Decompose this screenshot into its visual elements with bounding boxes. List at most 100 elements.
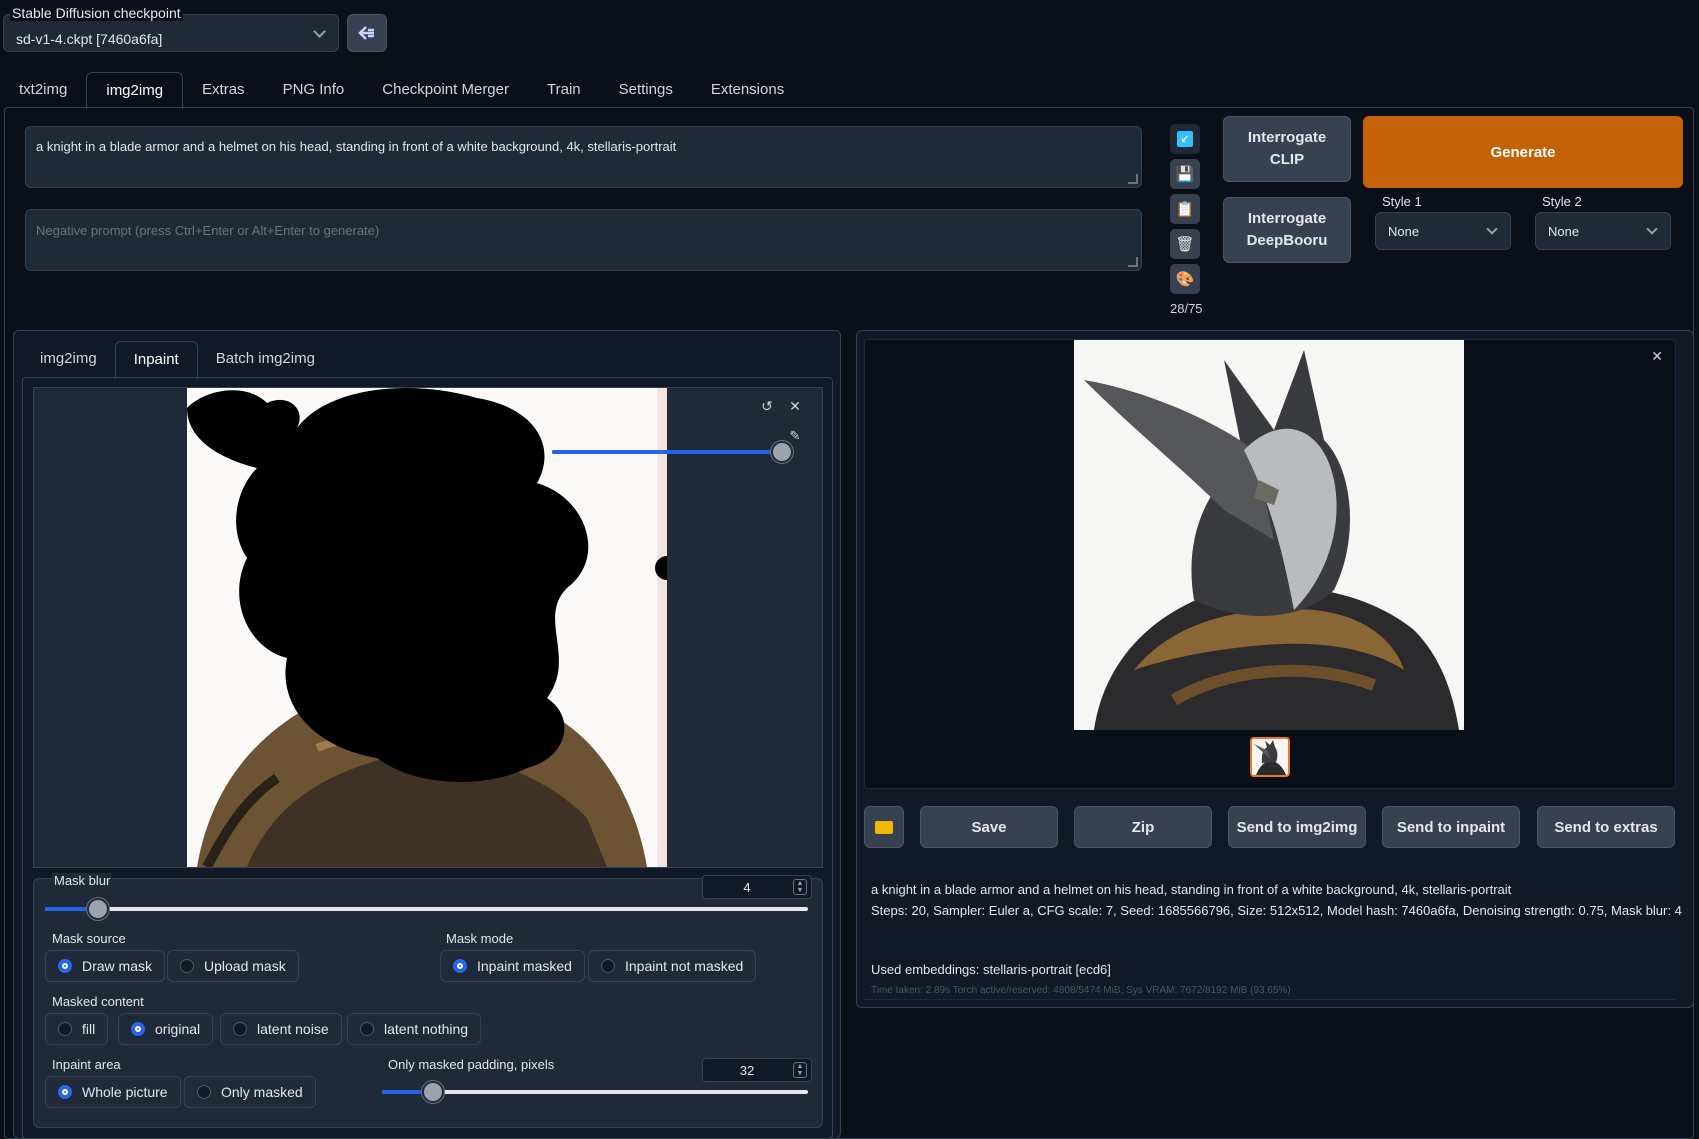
masked-content-fill[interactable]: fill <box>45 1013 109 1045</box>
padding-input[interactable]: 32 ▲ ▼ <box>702 1058 812 1082</box>
tab-checkpoint-merger[interactable]: Checkpoint Merger <box>363 72 528 109</box>
tab-extras[interactable]: Extras <box>183 72 264 109</box>
prompt-textarea[interactable]: a knight in a blade armor and a helmet o… <box>25 126 1142 188</box>
brush-size-fill <box>552 450 782 454</box>
checkpoint-label: Stable Diffusion checkpoint <box>10 5 183 21</box>
brush-size-handle[interactable] <box>771 441 793 463</box>
apply-style-button[interactable]: 📋 <box>1170 194 1200 224</box>
style2-value: None <box>1548 224 1580 239</box>
save-style-button[interactable]: 💾 <box>1170 159 1200 189</box>
tab-settings[interactable]: Settings <box>600 72 692 109</box>
subtab-img2img[interactable]: img2img <box>22 341 115 379</box>
trash-icon: 🗑 <box>1175 236 1195 253</box>
output-thumbnail[interactable] <box>1250 737 1290 777</box>
masked-content-latent-noise[interactable]: latent noise <box>220 1013 342 1045</box>
output-image[interactable] <box>1074 340 1464 730</box>
clear-prompt-button[interactable]: 🗑 <box>1170 229 1200 259</box>
send-to-extras-button[interactable]: Send to extras <box>1537 806 1675 848</box>
tab-img2img[interactable]: img2img <box>86 72 184 109</box>
mask-source-upload-mask[interactable]: Upload mask <box>167 950 299 982</box>
mask-source-label: Mask source <box>52 931 126 946</box>
masked-content-original[interactable]: original <box>118 1013 214 1045</box>
tab-train[interactable]: Train <box>528 72 600 109</box>
mask-blur-slider[interactable] <box>45 898 808 920</box>
radio-icon <box>180 959 194 973</box>
radio-icon <box>58 959 72 973</box>
mask-source-upload-mask-label: Upload mask <box>204 958 286 974</box>
interrogate-deepbooru-button[interactable]: Interrogate DeepBooru <box>1223 197 1351 263</box>
inpaint-area-label: Inpaint area <box>52 1057 121 1072</box>
output-timing: Time taken: 2.89s Torch active/reserved:… <box>871 985 1291 996</box>
mask-mode-inpaint-masked-label: Inpaint masked <box>477 958 572 974</box>
inpaint-area-whole-picture[interactable]: Whole picture <box>45 1076 181 1108</box>
mask-blur-label: Mask blur <box>52 873 113 888</box>
interrogate-clip-label: Interrogate CLIP <box>1247 129 1327 168</box>
mask-mode-inpaint-masked[interactable]: Inpaint masked <box>440 950 585 982</box>
tab-png-info[interactable]: PNG Info <box>264 72 364 109</box>
output-embeddings: Used embeddings: stellaris-portrait [ecd… <box>871 962 1111 977</box>
resize-grip-icon[interactable] <box>1128 257 1138 267</box>
mask-source-draw-mask[interactable]: Draw mask <box>45 950 166 982</box>
send-to-inpaint-button[interactable]: Send to inpaint <box>1382 806 1520 848</box>
interrogate-deepbooru-label: Interrogate DeepBooru <box>1246 210 1328 249</box>
radio-icon <box>131 1022 145 1036</box>
masked-content-latent-noise-label: latent noise <box>257 1021 329 1037</box>
refresh-checkpoint-button[interactable] <box>347 14 387 52</box>
masked-content-latent-nothing[interactable]: latent nothing <box>347 1013 482 1045</box>
prompt-text: a knight in a blade armor and a helmet o… <box>36 139 677 154</box>
radio-icon <box>233 1022 247 1036</box>
masked-content-label: Masked content <box>52 994 144 1009</box>
style2-dropdown[interactable]: None <box>1535 212 1671 250</box>
mask-blur-input[interactable]: 4 ▲ ▼ <box>702 875 812 899</box>
padding-value: 32 <box>739 1063 755 1078</box>
open-folder-button[interactable] <box>864 806 904 848</box>
mask-source-draw-mask-label: Draw mask <box>82 958 153 974</box>
inpaint-canvas[interactable]: ↺ ✕ ✎ <box>33 387 823 868</box>
generate-button[interactable]: Generate <box>1363 116 1683 188</box>
palette-icon: 🎨 <box>1175 271 1195 288</box>
resize-grip-icon[interactable] <box>1128 174 1138 184</box>
token-counter: 28/75 <box>1170 301 1203 316</box>
negative-prompt-placeholder: Negative prompt (press Ctrl+Enter or Alt… <box>36 223 380 238</box>
interrogate-clip-button[interactable]: Interrogate CLIP <box>1223 116 1351 182</box>
floppy-disk-icon: 💾 <box>1175 166 1195 183</box>
refresh-icon <box>358 26 374 40</box>
masked-content-latent-nothing-label: latent nothing <box>384 1021 469 1037</box>
close-icon[interactable]: ✕ <box>1651 348 1663 365</box>
tab-extensions[interactable]: Extensions <box>692 72 803 109</box>
output-prompt: a knight in a blade armor and a helmet o… <box>871 882 1512 897</box>
subtab-batch-img2img[interactable]: Batch img2img <box>198 341 333 379</box>
chevron-down-icon <box>1486 223 1498 235</box>
style1-dropdown[interactable]: None <box>1375 212 1511 250</box>
mask-mode-inpaint-not-masked-label: Inpaint not masked <box>625 958 744 974</box>
brush-size-slider[interactable] <box>552 441 793 463</box>
undo-icon[interactable]: ↺ <box>758 398 776 416</box>
arrow-icon: ↙ <box>1177 131 1193 147</box>
subtab-inpaint[interactable]: Inpaint <box>114 341 198 379</box>
clear-icon[interactable]: ✕ <box>786 398 804 416</box>
padding-slider[interactable] <box>382 1081 808 1103</box>
main-tabs: txt2img img2img Extras PNG Info Checkpoi… <box>0 72 803 109</box>
checkpoint-value: sd-v1-4.ckpt [7460a6fa] <box>16 31 163 47</box>
read-params-button[interactable]: ↙ <box>1170 124 1200 154</box>
extra-networks-button[interactable]: 🎨 <box>1170 264 1200 294</box>
inpaint-area-only-masked[interactable]: Only masked <box>184 1076 316 1108</box>
spinner-icon[interactable]: ▲ ▼ <box>793 1062 807 1078</box>
tab-txt2img[interactable]: txt2img <box>0 72 86 109</box>
spinner-icon[interactable]: ▲ ▼ <box>793 879 807 895</box>
thumbnail-image <box>1254 740 1286 775</box>
send-to-img2img-button[interactable]: Send to img2img <box>1228 806 1366 848</box>
radio-icon <box>453 959 467 973</box>
save-button[interactable]: Save <box>920 806 1058 848</box>
negative-prompt-textarea[interactable]: Negative prompt (press Ctrl+Enter or Alt… <box>25 209 1142 271</box>
generate-label: Generate <box>1490 143 1556 161</box>
mask-blur-value: 4 <box>743 880 751 895</box>
zip-button[interactable]: Zip <box>1074 806 1212 848</box>
mask-mode-inpaint-not-masked[interactable]: Inpaint not masked <box>588 950 757 982</box>
output-params: Steps: 20, Sampler: Euler a, CFG scale: … <box>871 903 1682 918</box>
img2img-subtabs: img2img Inpaint Batch img2img <box>22 341 333 379</box>
masked-content-original-label: original <box>155 1021 201 1037</box>
output-gallery: ✕ <box>864 339 1676 789</box>
padding-handle[interactable] <box>422 1081 445 1103</box>
inpaint-image[interactable] <box>187 388 667 867</box>
